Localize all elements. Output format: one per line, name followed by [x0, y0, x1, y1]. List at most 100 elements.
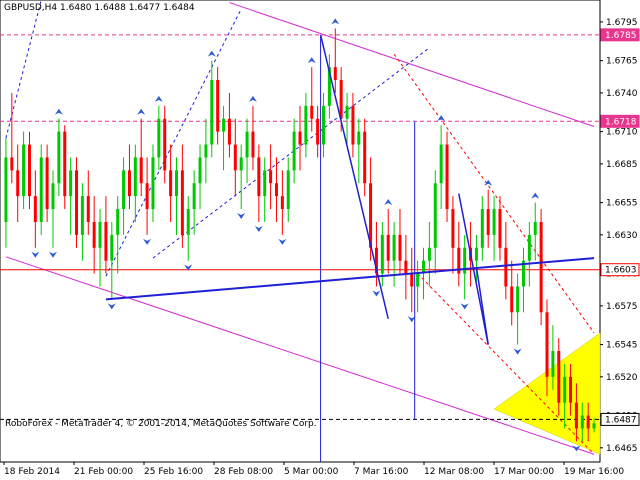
bull-candle	[427, 247, 431, 261]
bear-candle	[45, 157, 49, 210]
bear-candle	[216, 80, 220, 132]
x-tick-label: 21 Feb 00:00	[74, 467, 133, 477]
level-price-label: 1.6785	[605, 31, 637, 41]
bull-candle	[551, 351, 555, 377]
bear-candle	[251, 131, 255, 158]
y-tick-label: 1.6765	[606, 57, 638, 67]
bull-candle	[151, 157, 155, 210]
bull-candle	[4, 157, 8, 222]
bull-candle	[22, 144, 26, 197]
symbol-header: GBPUSD,H4 1.6480 1.6488 1.6477 1.6484	[4, 3, 195, 13]
bull-candle	[186, 209, 190, 235]
bear-candle	[339, 80, 343, 119]
bull-candle	[245, 131, 249, 158]
bull-candle	[133, 157, 137, 197]
bull-candle	[527, 234, 531, 261]
bull-candle	[563, 376, 567, 403]
bear-candle	[75, 170, 79, 235]
bull-candle	[192, 183, 196, 210]
y-tick-label: 1.6520	[606, 373, 638, 383]
bear-candle	[169, 170, 173, 197]
bull-candle	[286, 170, 290, 210]
bear-candle	[557, 351, 561, 403]
level-price-label: 1.6487	[605, 415, 637, 425]
bear-candle	[498, 209, 502, 248]
x-tick-label: 12 Mar 08:00	[424, 467, 484, 477]
bull-candle	[222, 118, 226, 132]
bull-candle	[210, 80, 214, 145]
bull-candle	[39, 157, 43, 222]
bear-candle	[410, 273, 414, 287]
bear-candle	[16, 170, 20, 197]
bull-candle	[592, 423, 596, 429]
y-tick-label: 1.6655	[606, 199, 638, 209]
level-price-label: 1.6603	[605, 266, 637, 276]
bull-candle	[380, 234, 384, 274]
bear-candle	[63, 131, 67, 197]
bull-candle	[345, 105, 349, 119]
bull-candle	[304, 105, 308, 145]
bull-candle	[69, 170, 73, 197]
bull-candle	[439, 144, 443, 184]
bull-candle	[204, 144, 208, 158]
bear-candle	[404, 260, 408, 274]
bull-candle	[292, 131, 296, 171]
bear-candle	[363, 131, 367, 184]
bear-candle	[33, 196, 37, 222]
bear-candle	[386, 234, 390, 261]
bear-candle	[280, 196, 284, 210]
bear-candle	[227, 118, 231, 145]
x-tick-label: 28 Feb 08:00	[214, 467, 273, 477]
bull-candle	[322, 105, 326, 145]
bull-candle	[474, 247, 478, 261]
bull-candle	[533, 221, 537, 235]
bear-candle	[10, 157, 14, 171]
bear-candle	[233, 144, 237, 171]
bull-candle	[239, 157, 243, 171]
bear-candle	[163, 118, 167, 171]
bull-candle	[392, 234, 396, 261]
bear-candle	[510, 286, 514, 313]
bear-candle	[333, 67, 337, 81]
bull-candle	[580, 415, 584, 429]
bull-candle	[57, 131, 61, 184]
bear-candle	[398, 234, 402, 261]
bull-candle	[433, 183, 437, 248]
bear-candle	[586, 415, 590, 429]
bull-candle	[516, 286, 520, 313]
bull-candle	[116, 209, 120, 235]
y-tick-label: 1.6795	[606, 18, 638, 28]
x-tick-label: 18 Feb 2014	[4, 467, 60, 477]
bear-candle	[92, 221, 96, 248]
bear-candle	[86, 196, 90, 222]
y-tick-label: 1.6630	[606, 231, 638, 241]
copyright-text: RoboForex - MetaTrader 4, © 2001-2014, M…	[5, 419, 317, 429]
bear-candle	[451, 209, 455, 248]
x-tick-label: 17 Mar 00:00	[494, 467, 554, 477]
bear-candle	[545, 312, 549, 377]
bull-candle	[157, 118, 161, 158]
bull-candle	[480, 209, 484, 248]
bear-candle	[104, 221, 108, 261]
bear-candle	[139, 157, 143, 184]
bear-candle	[351, 105, 355, 145]
x-tick-label: 25 Feb 16:00	[144, 467, 203, 477]
bear-candle	[127, 170, 131, 197]
y-tick-label: 1.6545	[606, 341, 638, 351]
bull-candle	[110, 234, 114, 261]
bull-candle	[416, 273, 420, 287]
bull-candle	[492, 209, 496, 235]
bear-candle	[298, 131, 302, 145]
bear-candle	[486, 209, 490, 235]
bull-candle	[263, 170, 267, 197]
bear-candle	[257, 157, 261, 197]
bear-candle	[504, 247, 508, 287]
bear-candle	[27, 144, 31, 197]
x-tick-label: 5 Mar 00:00	[284, 467, 339, 477]
bear-candle	[269, 170, 273, 184]
bear-candle	[274, 183, 278, 197]
y-tick-label: 1.6465	[606, 444, 638, 454]
bear-candle	[316, 118, 320, 145]
price-chart[interactable]: 1.6795 1.6765 1.6740 1.6710 1.6685 1.6655 1.66…	[0, 0, 640, 480]
x-tick-label: 19 Mar 16:00	[564, 467, 624, 477]
